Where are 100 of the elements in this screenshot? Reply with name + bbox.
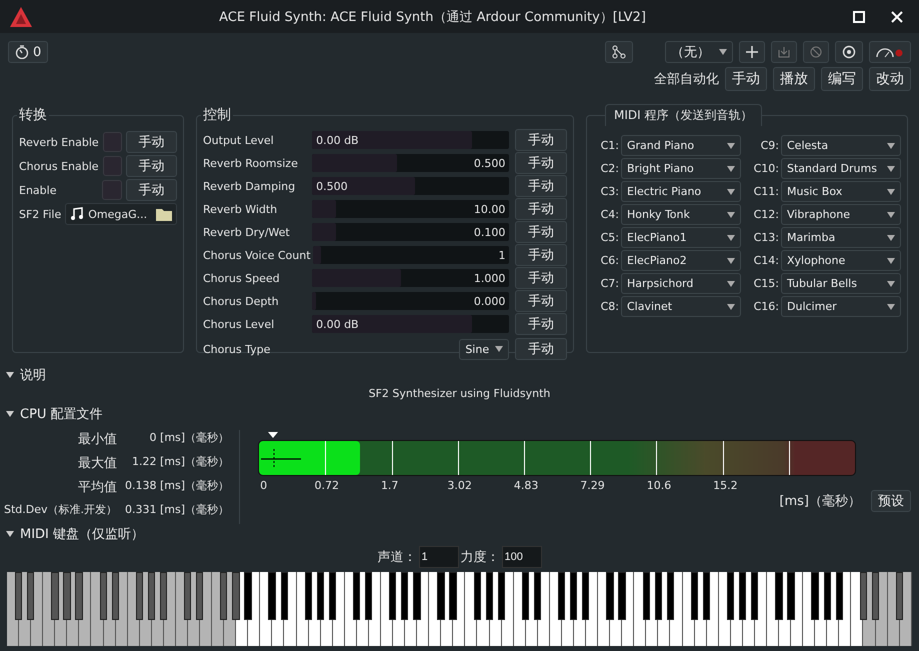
control-label: Reverb Width (203, 202, 278, 216)
panel-tab[interactable]: MIDI 程序（发送到音轨） (605, 104, 762, 126)
control-label: Chorus Speed (203, 272, 281, 284)
automation-button[interactable]: 编写 (821, 67, 863, 91)
channel-label: C8: (600, 300, 619, 313)
program-dropdown[interactable]: ElecPiano2 (621, 250, 741, 271)
mode-button[interactable]: 手动 (515, 338, 567, 360)
bypass-button[interactable] (835, 41, 863, 63)
program-dropdown[interactable]: Tubular Bells (781, 273, 901, 294)
description-toggle[interactable]: 说明 (0, 365, 919, 385)
automation-button[interactable]: 改动 (869, 67, 911, 91)
slider[interactable]: 0.500 (312, 154, 510, 172)
latency-button[interactable]: 0 (8, 41, 48, 63)
pin-button[interactable] (869, 41, 911, 63)
channel-label: C6: (600, 254, 619, 267)
close-icon (891, 10, 903, 22)
preset-dropdown[interactable]: （无） (665, 41, 733, 63)
collapse-arrow-icon (6, 372, 14, 378)
mode-button[interactable]: 手动 (515, 175, 567, 197)
program-dropdown[interactable]: Vibraphone (781, 204, 901, 225)
program-dropdown[interactable]: Music Box (781, 181, 901, 202)
dropdown-arrow-icon (887, 142, 895, 148)
dropdown-arrow-icon (727, 142, 735, 148)
cpu-profile-toggle[interactable]: CPU 配置文件 (0, 404, 919, 424)
slider[interactable]: 0.00 dB (312, 315, 510, 333)
program-dropdown[interactable]: Grand Piano (621, 135, 741, 156)
dropdown-arrow-icon (887, 212, 895, 218)
program-dropdown[interactable]: Electric Piano (621, 181, 741, 202)
mode-button[interactable]: 手动 (126, 155, 177, 177)
dropdown-arrow-icon (887, 166, 895, 172)
delete-preset-button[interactable] (803, 41, 829, 63)
slider[interactable]: 1.000 (312, 269, 510, 287)
channel-label: C15: (754, 277, 779, 290)
program-dropdown[interactable]: ElecPiano1 (621, 227, 741, 248)
save-preset-button[interactable] (771, 41, 797, 63)
music-note-icon (70, 207, 84, 221)
slider[interactable]: 1 (313, 246, 510, 264)
channel-label: C5: (600, 231, 619, 244)
channel-spinbox[interactable]: 1 (418, 546, 458, 568)
channel-label: C14: (754, 254, 779, 267)
channel-label: C11: (754, 185, 779, 198)
program-dropdown[interactable]: Harpsichord (621, 273, 741, 294)
mode-button[interactable]: 手动 (515, 152, 567, 174)
control-label: Reverb Roomsize (203, 156, 299, 170)
mode-button[interactable]: 手动 (515, 129, 567, 151)
program-dropdown[interactable]: Clavinet (621, 296, 741, 317)
program-dropdown[interactable]: Bright Piano (621, 158, 741, 179)
dropdown-arrow-icon (887, 280, 895, 286)
automation-button[interactable]: 播放 (773, 67, 815, 91)
dropdown-arrow-icon (887, 258, 895, 264)
tick-label: 3.02 (447, 479, 472, 492)
error-bar-drawing (261, 449, 302, 469)
slider[interactable]: 0.100 (312, 223, 510, 241)
switch-label: Reverb Enable (19, 136, 99, 148)
slider[interactable]: 10.00 (312, 200, 510, 218)
piano-keyboard[interactable] (7, 572, 912, 646)
mode-button[interactable]: 手动 (515, 221, 567, 243)
program-dropdown[interactable]: Honky Tonk (621, 204, 741, 225)
program-dropdown[interactable]: Dulcimer (781, 296, 901, 317)
mode-button[interactable]: 手动 (515, 198, 567, 220)
control-label: Reverb Damping (203, 180, 296, 192)
stat-label: 最小值 (77, 431, 118, 448)
add-preset-button[interactable] (739, 41, 765, 63)
control-label: Reverb Dry/Wet (203, 226, 291, 238)
automation-button[interactable]: 手动 (725, 67, 767, 91)
program-dropdown[interactable]: Celesta (781, 135, 901, 156)
program-dropdown[interactable]: Marimba (781, 227, 901, 248)
channel-label: C13: (754, 231, 779, 244)
program-dropdown[interactable]: Xylophone (781, 250, 901, 271)
mode-button[interactable]: 手动 (515, 313, 567, 335)
tick-label: 4.83 (514, 479, 538, 492)
channel-label: C3: (600, 185, 619, 198)
tick-label: 7.29 (580, 479, 605, 492)
dropdown-arrow-icon (719, 49, 727, 55)
file-chooser[interactable]: OmegaG... (65, 203, 177, 225)
file-label: SF2 File (19, 208, 62, 220)
routing-button[interactable] (605, 41, 633, 63)
mode-button[interactable]: 手动 (515, 290, 567, 312)
channel-label: C1: (600, 139, 619, 152)
plus-icon (746, 46, 758, 58)
stat-label: 平均值 (77, 479, 118, 496)
midi-keyboard-toggle[interactable]: MIDI 键盘（仅监听） (0, 524, 919, 544)
mode-button[interactable]: 手动 (515, 267, 567, 289)
slider[interactable]: 0.500 (312, 177, 510, 195)
mode-button[interactable]: 手动 (515, 244, 567, 266)
dropdown-arrow-icon (727, 280, 735, 286)
slider[interactable]: 0.00 dB (312, 131, 510, 149)
program-dropdown[interactable]: Standard Drums (781, 158, 901, 179)
chorus-type-dropdown[interactable]: Sine (459, 338, 510, 360)
mode-button[interactable]: 手动 (126, 131, 177, 153)
gauge-record-icon (876, 46, 904, 58)
dropdown-arrow-icon (727, 212, 735, 218)
save-icon (778, 46, 790, 58)
slider[interactable]: 0.000 (312, 292, 510, 310)
dropdown-arrow-icon (887, 234, 895, 240)
dropdown-arrow-icon (495, 346, 504, 352)
velocity-spinbox[interactable]: 100 (502, 546, 542, 568)
stat-label: 最大值 (77, 455, 118, 472)
mode-button[interactable]: 手动 (126, 179, 177, 201)
reset-button[interactable]: 预设 (871, 490, 911, 512)
